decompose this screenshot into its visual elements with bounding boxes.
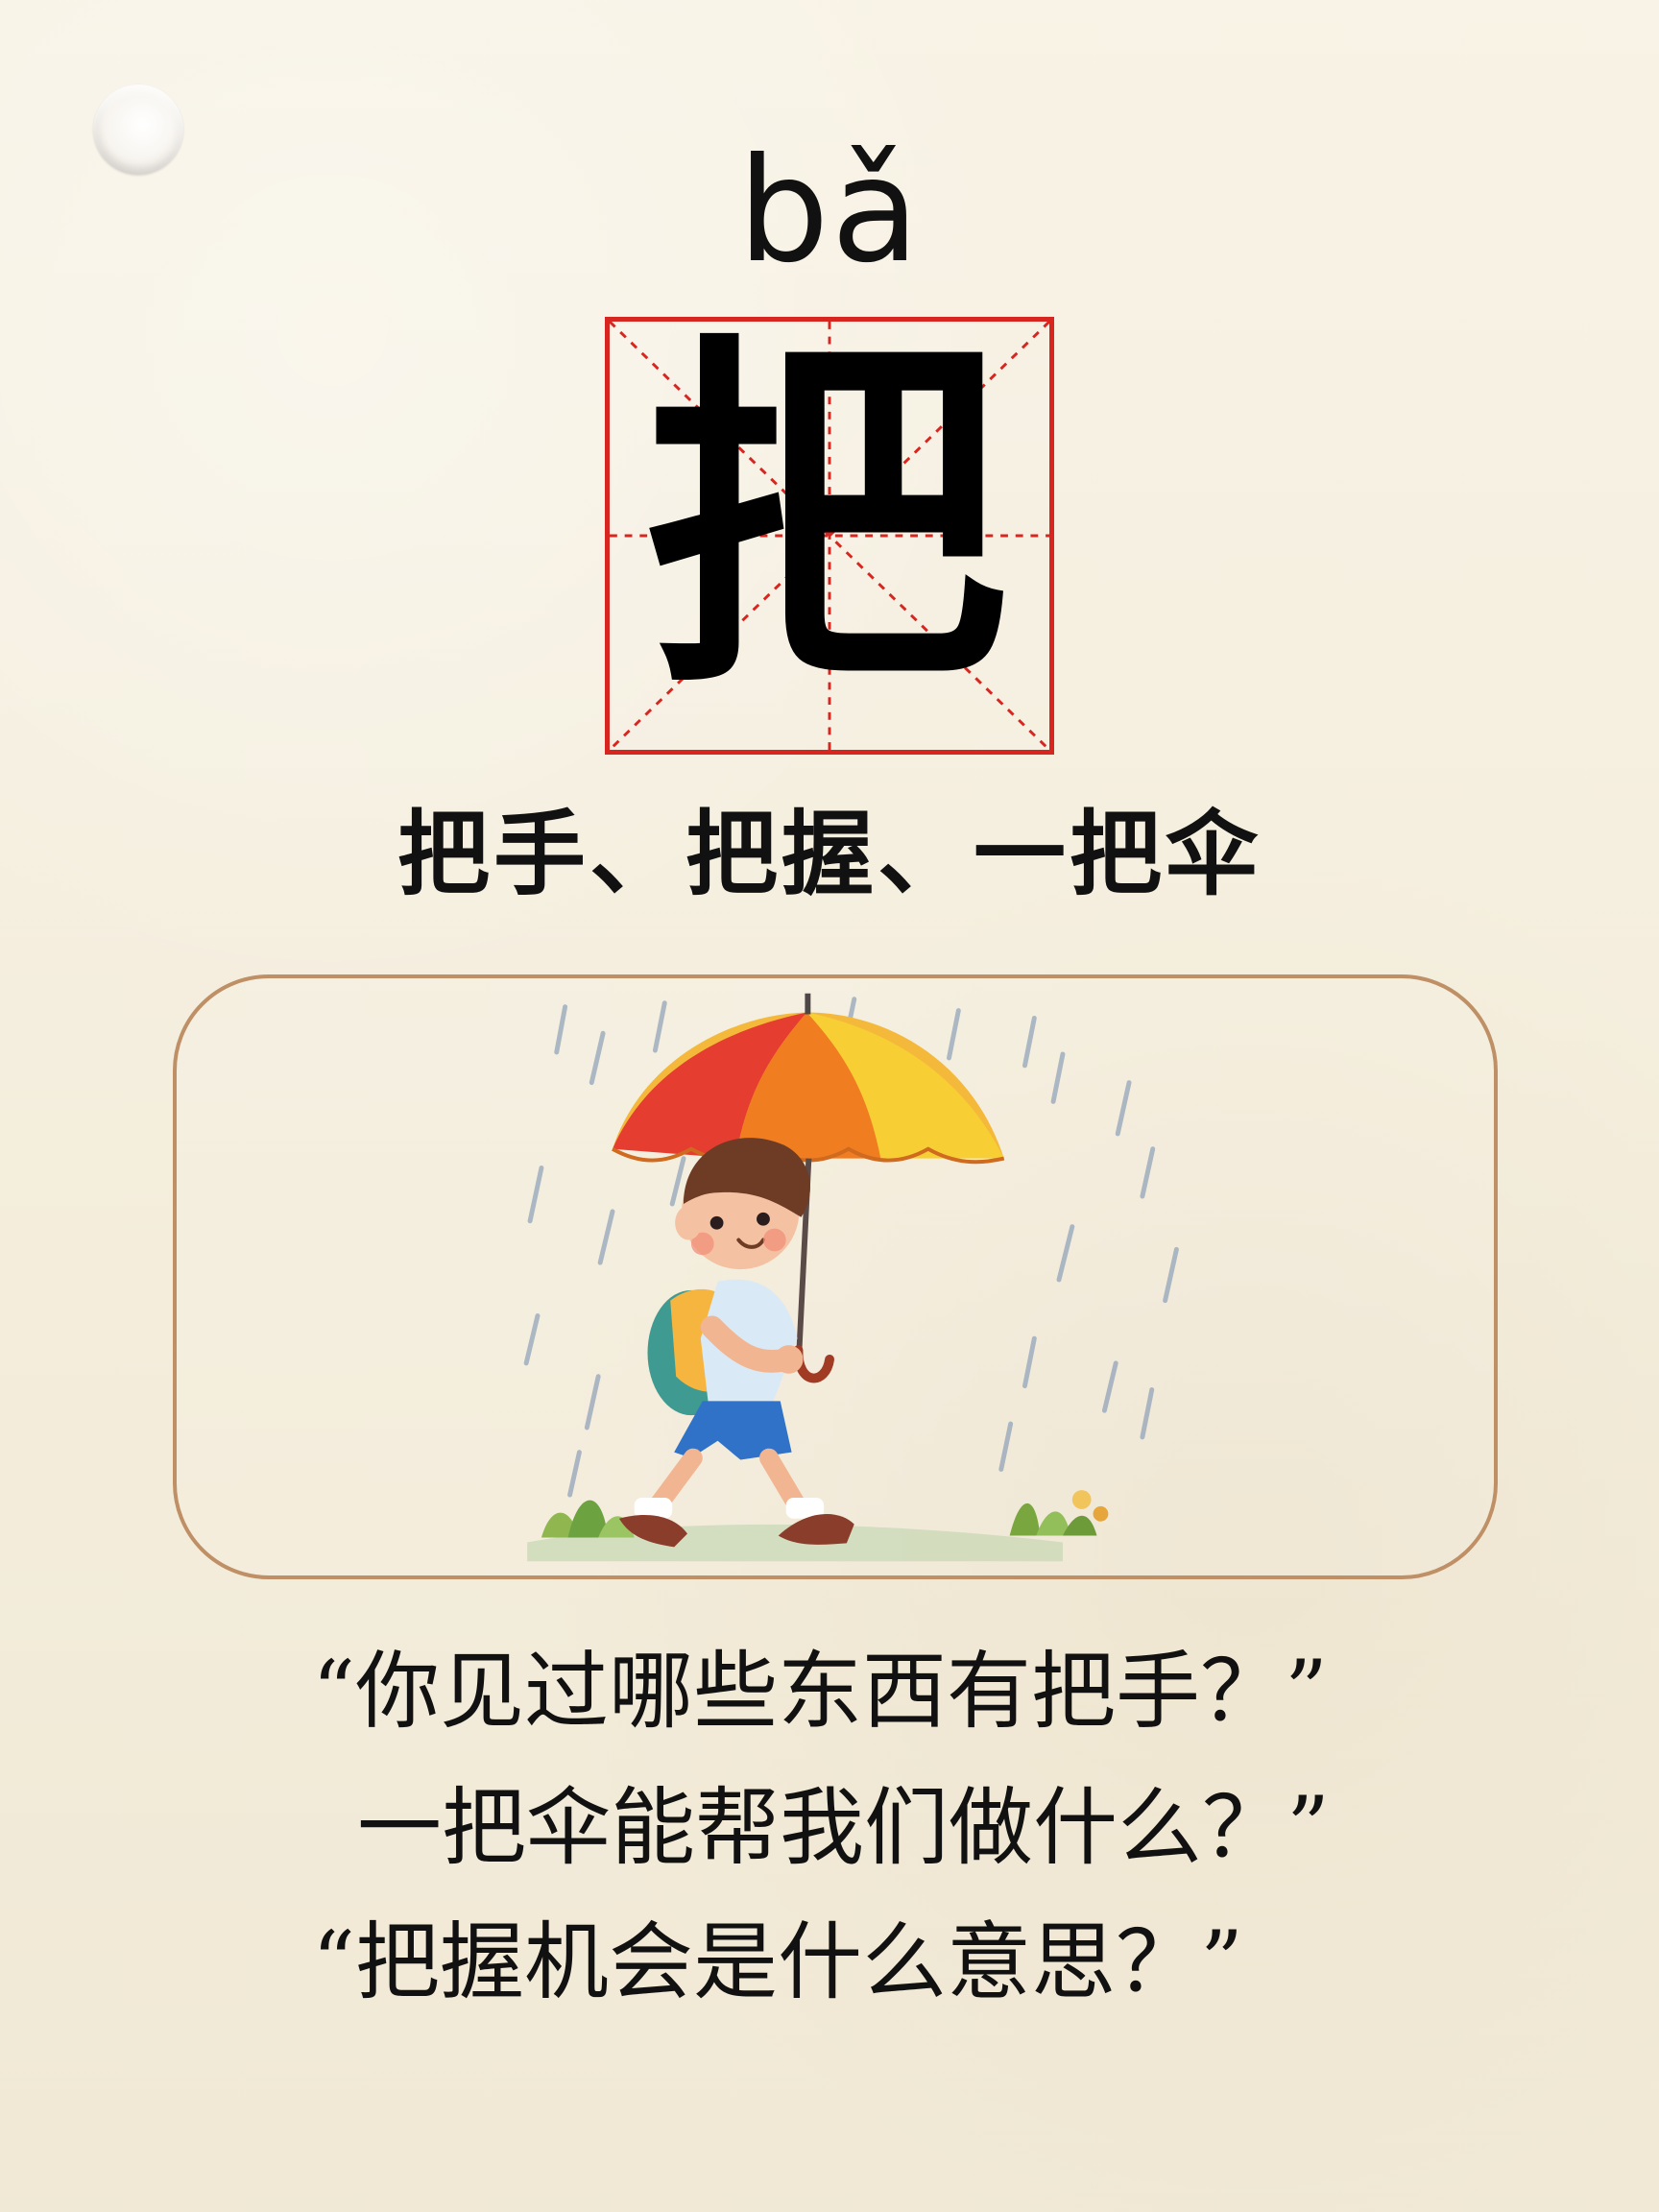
question-line-2: 一把伞能帮我们做什么？” (357, 1778, 1330, 1877)
illustration-frame (173, 974, 1498, 1579)
boy (618, 1138, 854, 1548)
question-line-1: “你见过哪些东西有把手？” (312, 1642, 1328, 1741)
example-words: 把手、把握、一把伞 (397, 800, 1262, 908)
flashcard: bǎ 把 把手、把握、一把伞 “你见过哪些东西有把手？” 一把伞能帮我们做什么？… (0, 0, 1659, 2212)
pinyin-label: bǎ (737, 128, 922, 295)
character-grid: 把 (605, 317, 1054, 755)
main-character: 把 (643, 302, 1008, 732)
question-line-3: “把握机会是什么意思？” (312, 1912, 1243, 2011)
rain-umbrella-illustration (523, 993, 1179, 1562)
